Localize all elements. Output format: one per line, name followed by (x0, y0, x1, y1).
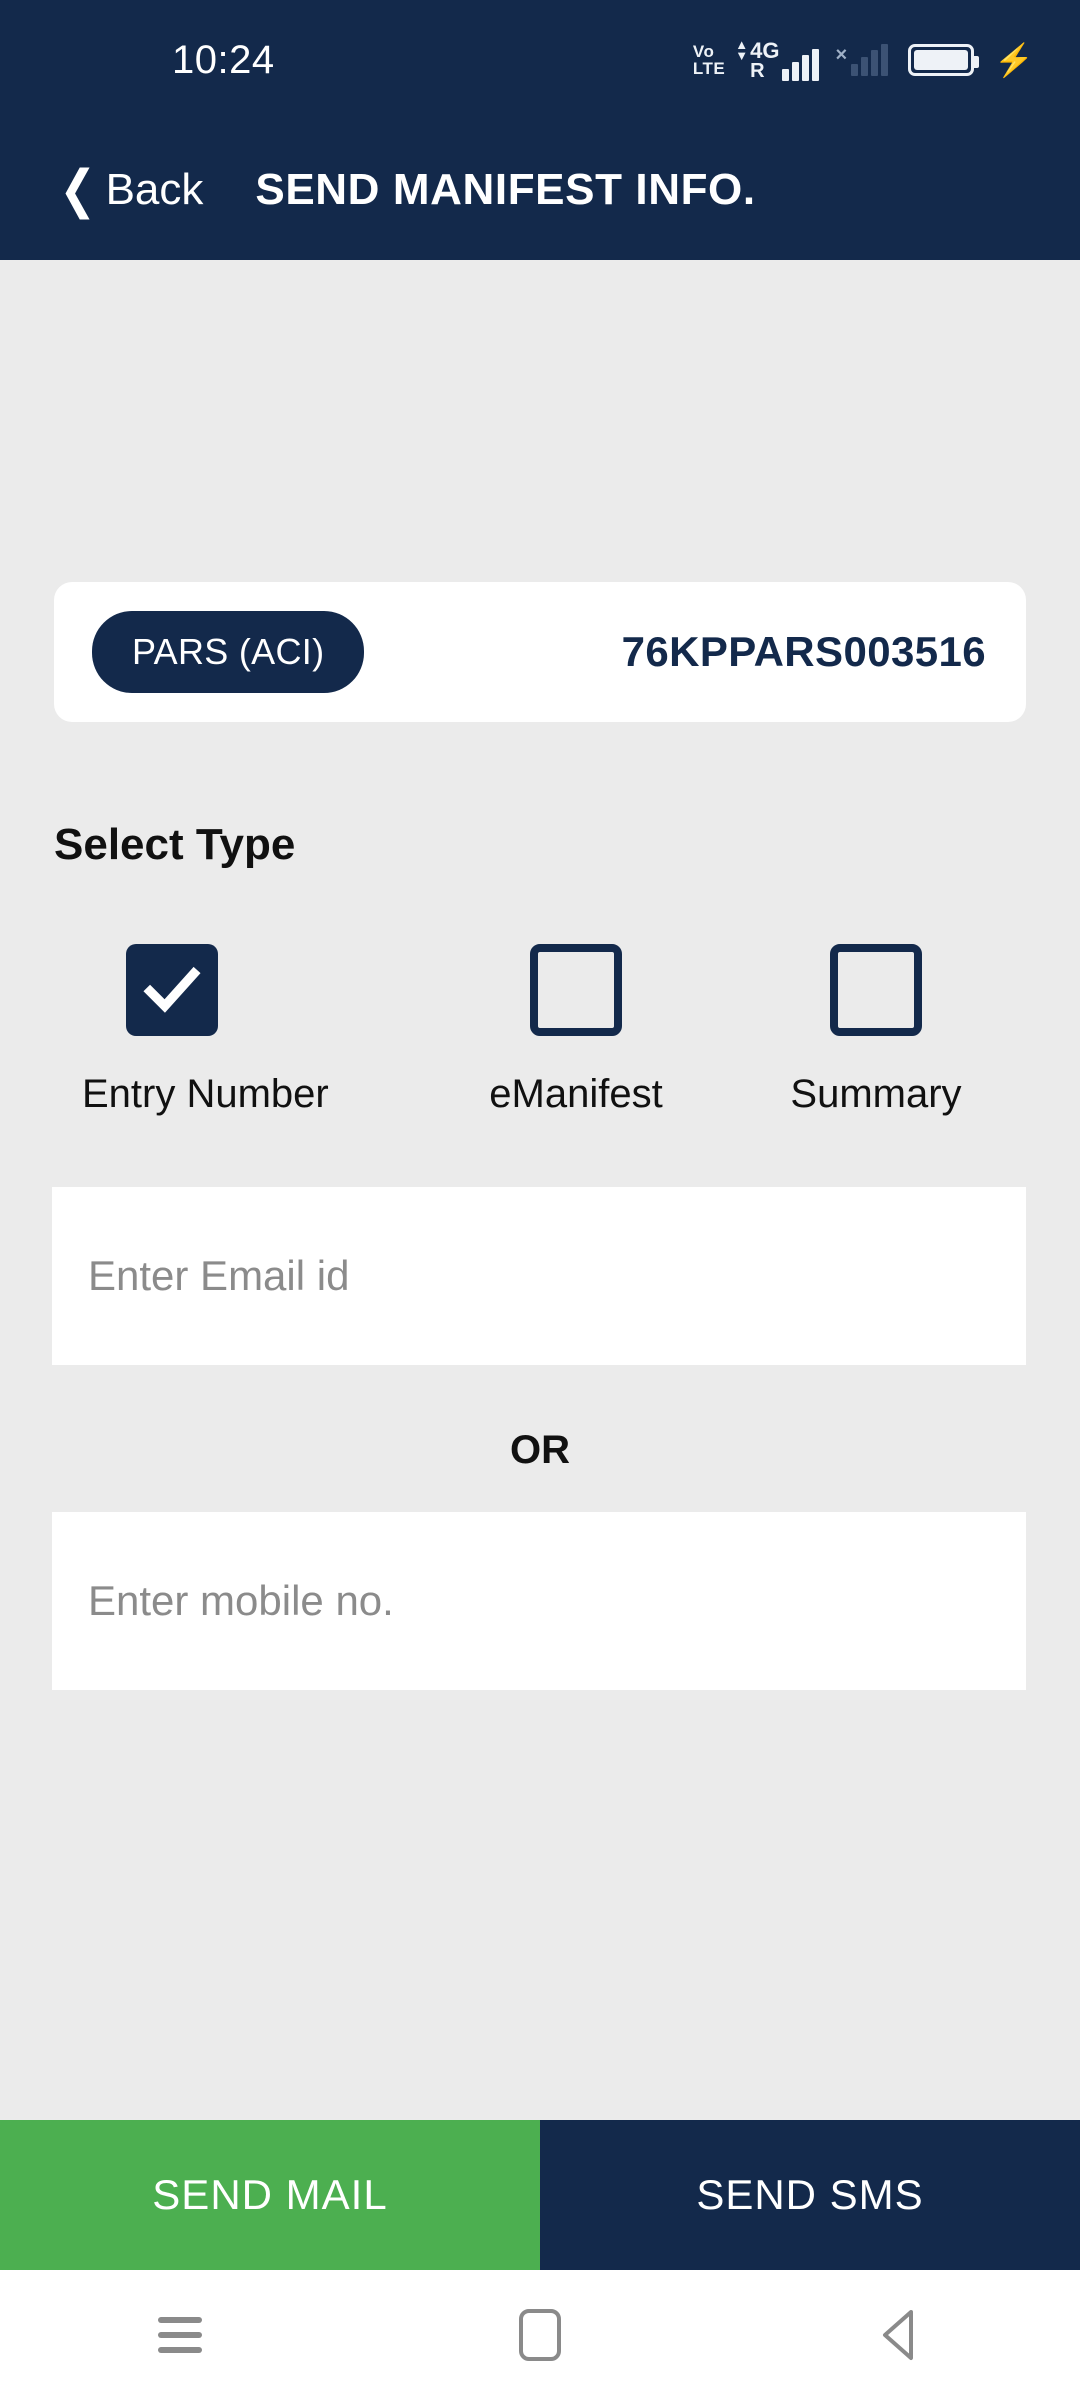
signal-4g-roaming-icon: ▲ ▼ 4G R (735, 37, 820, 82)
mobile-number-input[interactable] (52, 1512, 1026, 1690)
phone-screen: 10:24 Vo LTE ▲ ▼ 4G R × ⚡ ❮ Back SEND MA… (0, 0, 1080, 2400)
status-time: 10:24 (172, 37, 275, 82)
type-option-label: Summary (790, 1072, 962, 1116)
type-option-summary[interactable]: Summary (726, 944, 1026, 1117)
type-option-entry-number[interactable]: Entry Number (54, 944, 426, 1117)
network-type-text: 4G (750, 37, 780, 63)
nav-recents-button[interactable] (0, 2317, 360, 2353)
data-arrows-icon: ▲ ▼ (735, 37, 749, 63)
volte-bottom-text: LTE (692, 59, 726, 78)
nav-home-button[interactable] (360, 2309, 720, 2361)
checkbox-summary-unchecked[interactable] (830, 944, 922, 1036)
pars-type-badge[interactable]: PARS (ACI) (92, 611, 365, 693)
back-triangle-icon (883, 2310, 913, 2360)
roaming-text: R (750, 59, 765, 82)
content-area: PARS (ACI) 76KPPARS003516 Select Type En… (0, 260, 1080, 2120)
select-type-heading: Select Type (54, 820, 296, 869)
status-icons-group: Vo LTE ▲ ▼ 4G R × ⚡ (693, 37, 1034, 82)
checkbox-entry-number-checked[interactable] (126, 944, 218, 1036)
home-square-icon (519, 2309, 561, 2361)
volte-icon: Vo LTE (693, 43, 725, 77)
no-service-mark: × (835, 44, 848, 66)
android-nav-bar (0, 2270, 1080, 2400)
status-bar: 10:24 Vo LTE ▲ ▼ 4G R × ⚡ (0, 0, 1080, 120)
pars-number-value: 76KPPARS003516 (621, 628, 986, 675)
select-type-options: Entry Number eManifest Summary (54, 944, 1026, 1117)
send-sms-button[interactable]: SEND SMS (540, 2120, 1080, 2270)
chevron-left-icon: ❮ (59, 161, 97, 219)
email-input[interactable] (52, 1187, 1026, 1365)
type-option-label: Entry Number (82, 1072, 329, 1116)
page-title: SEND MANIFEST INFO. (255, 165, 756, 214)
signal-bars-dim-icon (851, 44, 889, 76)
bottom-action-bar: SEND MAIL SEND SMS (0, 2120, 1080, 2270)
send-mail-button[interactable]: SEND MAIL (0, 2120, 540, 2270)
checkbox-emanifest-unchecked[interactable] (530, 944, 622, 1036)
signal-no-service-icon: × (835, 44, 889, 76)
recents-menu-icon (158, 2317, 202, 2353)
type-option-emanifest[interactable]: eManifest (426, 944, 726, 1117)
type-option-label: eManifest (489, 1072, 663, 1116)
signal-bars-icon (782, 48, 820, 81)
charging-bolt-icon: ⚡ (994, 42, 1034, 78)
volte-top-text: Vo (692, 42, 715, 61)
checkmark-icon (143, 966, 201, 1013)
app-bar: ❮ Back SEND MANIFEST INFO. (0, 120, 1080, 260)
back-button-label: Back (105, 165, 204, 214)
or-divider-label: OR (510, 1428, 570, 1472)
battery-icon (908, 44, 980, 76)
back-button[interactable]: ❮ Back (56, 164, 203, 216)
pars-info-card: PARS (ACI) 76KPPARS003516 (54, 582, 1026, 722)
nav-back-button[interactable] (720, 2308, 1080, 2362)
